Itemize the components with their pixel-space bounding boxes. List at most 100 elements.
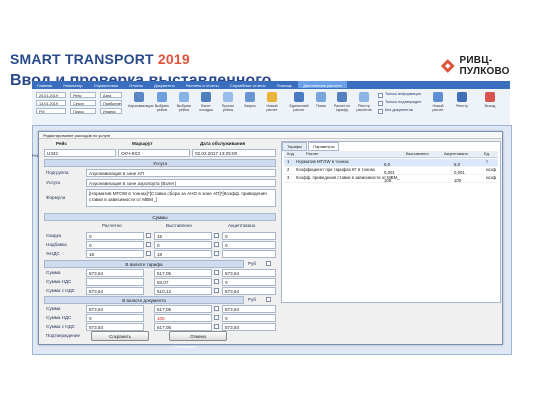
new-calc-label: Новый расчет [266,104,278,112]
menu-help[interactable]: Помощь [272,81,297,88]
vat-pct-calc-check[interactable] [146,251,151,256]
search-field[interactable]: Поиск [70,108,96,114]
param-row-2[interactable]: 2 Коэффициент при тарифах КГ в тоннах 0,… [284,167,498,175]
select-flights-2-button[interactable]: Выбрать рейсы [174,92,194,112]
tariff-vat-acc[interactable]: 0 [222,278,276,286]
flight-field[interactable]: Рейс [70,92,96,98]
doc-sum-inv[interactable]: 517,05 [154,305,212,313]
menu-service-reports[interactable]: Служебные отчеты [225,81,271,88]
doc-with-vat-acc[interactable]: 573,54 [222,323,276,331]
col-flight-header: Рейс [56,141,67,146]
brand-year: 2019 [157,51,190,67]
surcharge-inv-check[interactable] [214,242,219,247]
save-button[interactable]: Сохранить [91,331,149,341]
route-value[interactable]: СКЧ-КХЗ [118,149,190,157]
doc-sum-acc[interactable]: 573,54 [222,305,276,313]
tab-tariffs[interactable]: Тарифы [282,142,308,151]
doc-with-vat-label: Сумма с НДС [46,324,76,329]
doc-vat-inv-check[interactable] [214,315,219,320]
no-docs-checkbox[interactable] [378,109,383,114]
airline-field[interactable]: FM [36,108,66,114]
menu-documents[interactable]: Документы [149,81,180,88]
param-row-1[interactable]: 1 Норматив MTOW в тоннах 6,0 6,0 т [284,159,498,167]
menu-navigator[interactable]: Навигатор [58,81,87,88]
tariff-vat-inv-check[interactable] [214,279,219,284]
registry-button[interactable]: Реестр [452,92,472,108]
calc-registry-button[interactable]: Реестр расчетов [354,92,374,112]
vat-pct-inv-check[interactable] [214,251,219,256]
vat-pct-calc[interactable]: 18 [86,250,144,258]
date-to-field[interactable]: 13.01.2019 [36,100,66,106]
doc-vat-label: Сумма НДС [46,315,72,320]
only-confirmed-checkbox[interactable] [378,101,383,106]
aeronav-button[interactable]: Аэронавигация [128,92,154,108]
date-value[interactable]: 02.02.2017 13:25:00 [192,149,276,157]
tariff-sum-calc[interactable]: 573,54 [86,269,144,277]
surcharge-acc[interactable]: 0 [222,241,276,249]
menu-reports[interactable]: Отчеты [124,81,148,88]
menu-home[interactable]: Главная [32,81,57,88]
menu-calc-reports[interactable]: Расчеты и отчеты [181,81,224,88]
confirm-strip-label[interactable]: Подтвердить [174,345,197,349]
tariff-with-vat-inv-check[interactable] [214,288,219,293]
surcharge-calc[interactable]: 0 [86,241,144,249]
tariff-sum-inv-check[interactable] [214,270,219,275]
tariff-with-vat-calc[interactable]: 573,54 [86,287,144,295]
tariff-sum-acc[interactable]: 573,54 [222,269,276,277]
doc-vat-acc[interactable]: 0 [222,314,276,322]
select-flights-button[interactable]: Выбрать рейсы [152,92,172,112]
other-flights-button[interactable]: Прочие рейсы [218,92,238,112]
flight-value[interactable]: U342 [44,149,116,157]
surcharge-calc-check[interactable] [146,242,151,247]
doc-currency-dropdown[interactable] [266,297,271,302]
surcharge-inv[interactable]: 0 [154,241,212,249]
season-field[interactable]: Сезон [70,100,96,106]
index-field[interactable]: Индекс [100,108,122,114]
division-value[interactable]: Аэронавигация в зоне АП [86,169,276,177]
doc-vat-calc[interactable]: 0 [86,314,144,322]
tariff-sum-inv[interactable]: 517,05 [154,269,212,277]
new-calc-button[interactable]: Новый расчет [262,92,282,112]
doc-sum-inv-check[interactable] [214,306,219,311]
arrival-field[interactable]: Прибытие [100,100,122,106]
accepted-header: Акцептовано [228,223,256,228]
tariff-calc-button[interactable]: Расчет по тарифу [332,92,352,112]
only-info-checkbox[interactable] [378,93,383,98]
tariff-vat-calc[interactable] [86,278,144,286]
formula-value[interactable]: [Норматив MTOW в тоннах]*[Ставка сбора з… [86,189,276,207]
param-row-3[interactable]: 3 Коэфф. приведения ставки в зависимости… [284,175,498,183]
date-field[interactable]: Дата [100,92,122,98]
takeoff-button[interactable]: Взлет посадка [196,92,216,112]
cancel-button[interactable]: Отмена [169,331,227,341]
ribbon-search-button[interactable]: Поиск [312,92,330,108]
registry-icon [359,92,369,102]
tariff-currency-dropdown[interactable] [266,261,271,266]
new-calc-2-label: Новый расчет [432,104,444,112]
tariff-with-vat-acc[interactable]: 573,54 [222,287,276,295]
doc-vat-inv[interactable]: 100 [154,314,212,322]
menu-calc-extras[interactable]: Дополнения расчета [298,81,347,88]
service-value[interactable]: Аэронавигация в зоне аэропорта (Взлет) [86,179,276,187]
doc-sum-calc[interactable]: 573,54 [86,305,144,313]
tariff-with-vat-inv[interactable]: 610,12 [154,287,212,295]
exit-button[interactable]: Выход [480,92,500,108]
doc-with-vat-calc[interactable]: 573,54 [86,323,144,331]
vat-pct-acc[interactable] [222,250,276,258]
aeronav-label: Аэронавигация [128,104,154,108]
discount-calc[interactable]: 0 [86,232,144,240]
single-calc-button[interactable]: Единичный расчет [288,92,310,112]
tariff-vat-inv[interactable]: 93,07 [154,278,212,286]
discount-acc[interactable]: 0 [222,232,276,240]
menu-references[interactable]: Справочники [89,81,123,88]
discount-inv[interactable]: 15 [154,232,212,240]
date-from-field[interactable]: 25.01.2019 [36,92,66,98]
doc-with-vat-inv[interactable]: 617,05 [154,323,212,331]
new-calc-2-button[interactable]: Новый расчет [428,92,448,112]
tab-parameters[interactable]: Параметры [308,142,340,151]
discount-calc-check[interactable] [146,233,151,238]
vat-pct-inv[interactable]: 18 [154,250,212,258]
discount-inv-check[interactable] [214,233,219,238]
doc-with-vat-inv-check[interactable] [214,324,219,329]
request-button[interactable]: Запрос [240,92,260,108]
flights-icon [223,92,233,102]
